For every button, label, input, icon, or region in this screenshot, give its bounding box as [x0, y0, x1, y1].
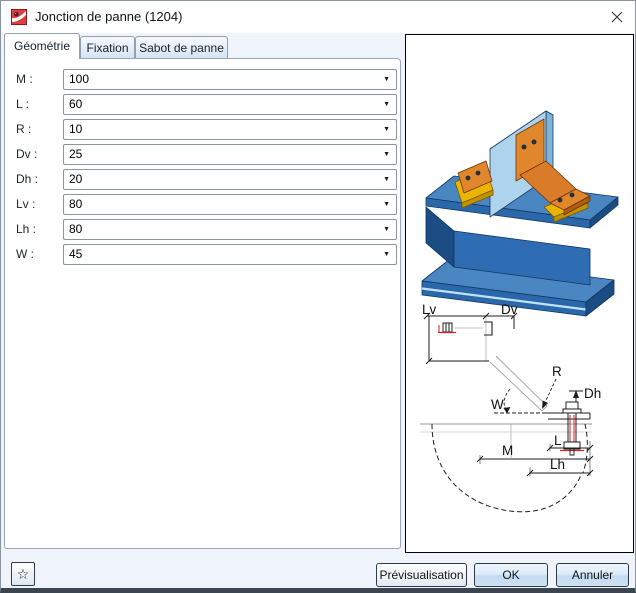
close-button[interactable]	[603, 5, 631, 29]
dim-label-lh: Lh	[550, 457, 565, 472]
geometry-tab-panel: M : 100 ▼ L : 60 ▼ R : 10 ▼ Dv : 25 ▼ Dh…	[4, 58, 401, 549]
chevron-down-icon: ▼	[383, 126, 390, 133]
combobox-m[interactable]: 100 ▼	[63, 69, 397, 90]
dim-label-r: R	[552, 364, 562, 379]
chevron-down-icon: ▼	[383, 176, 390, 183]
combobox-lh[interactable]: 80 ▼	[63, 219, 397, 240]
chevron-down-icon: ▼	[383, 251, 390, 258]
combobox-r-value: 10	[69, 122, 83, 136]
combobox-dh[interactable]: 20 ▼	[63, 169, 397, 190]
field-label-dv: Dv :	[16, 147, 38, 161]
chevron-down-icon: ▼	[383, 76, 390, 83]
field-label-dh: Dh :	[16, 172, 39, 186]
field-label-lv: Lv :	[16, 197, 36, 211]
combobox-lv[interactable]: 80 ▼	[63, 194, 397, 215]
favorites-button[interactable]: ☆	[11, 562, 35, 586]
preview-3d-view	[421, 110, 619, 317]
window-title: Jonction de panne (1204)	[35, 9, 183, 24]
combobox-dv[interactable]: 25 ▼	[63, 144, 397, 165]
tekla-app-icon	[11, 9, 27, 25]
dim-label-lv: Lv	[422, 302, 437, 317]
combobox-l-value: 60	[69, 97, 83, 111]
star-icon: ☆	[16, 565, 30, 582]
close-icon	[611, 11, 623, 23]
combobox-m-value: 100	[69, 72, 90, 86]
preview-panel: Lv Dv R W Dh L M Lh	[405, 34, 634, 553]
ok-button[interactable]: OK	[474, 563, 548, 587]
field-label-w: W :	[16, 247, 34, 261]
field-label-m: M :	[16, 72, 33, 86]
screenshot-stage: Jonction de panne (1204) Géométrie Fixat…	[0, 0, 636, 593]
combobox-lv-value: 80	[69, 197, 83, 211]
chevron-down-icon: ▼	[383, 101, 390, 108]
combobox-l[interactable]: 60 ▼	[63, 94, 397, 115]
chevron-down-icon: ▼	[383, 201, 390, 208]
tab-fixation[interactable]: Fixation	[80, 36, 135, 59]
field-label-lh: Lh :	[16, 222, 37, 236]
dim-label-dv: Dv	[501, 302, 518, 317]
dim-label-w: W	[491, 397, 504, 412]
combobox-w[interactable]: 45 ▼	[63, 244, 397, 265]
field-label-l: L :	[16, 97, 29, 111]
chevron-down-icon: ▼	[383, 226, 390, 233]
dim-label-l: L	[554, 433, 562, 448]
dim-label-m: M	[502, 443, 513, 458]
combobox-r[interactable]: 10 ▼	[63, 119, 397, 140]
field-label-r: R :	[16, 122, 32, 136]
preview-2d-diagram: Lv Dv R W Dh L M Lh	[420, 302, 601, 513]
tab-geometrie[interactable]: Géométrie	[4, 33, 80, 59]
combobox-w-value: 45	[69, 247, 83, 261]
joint-preview-graphic: Lv Dv R W Dh L M Lh	[420, 110, 619, 513]
chevron-down-icon: ▼	[383, 151, 390, 158]
combobox-dv-value: 25	[69, 147, 83, 161]
title-bar: Jonction de panne (1204)	[1, 1, 635, 33]
cancel-button[interactable]: Annuler	[556, 563, 629, 587]
combobox-lh-value: 80	[69, 222, 83, 236]
dim-label-dh: Dh	[584, 386, 601, 401]
tab-sabot-de-panne[interactable]: Sabot de panne	[135, 36, 228, 59]
dialog-window: Jonction de panne (1204) Géométrie Fixat…	[0, 0, 636, 593]
preview-button[interactable]: Prévisualisation	[376, 563, 467, 587]
combobox-dh-value: 20	[69, 172, 83, 186]
